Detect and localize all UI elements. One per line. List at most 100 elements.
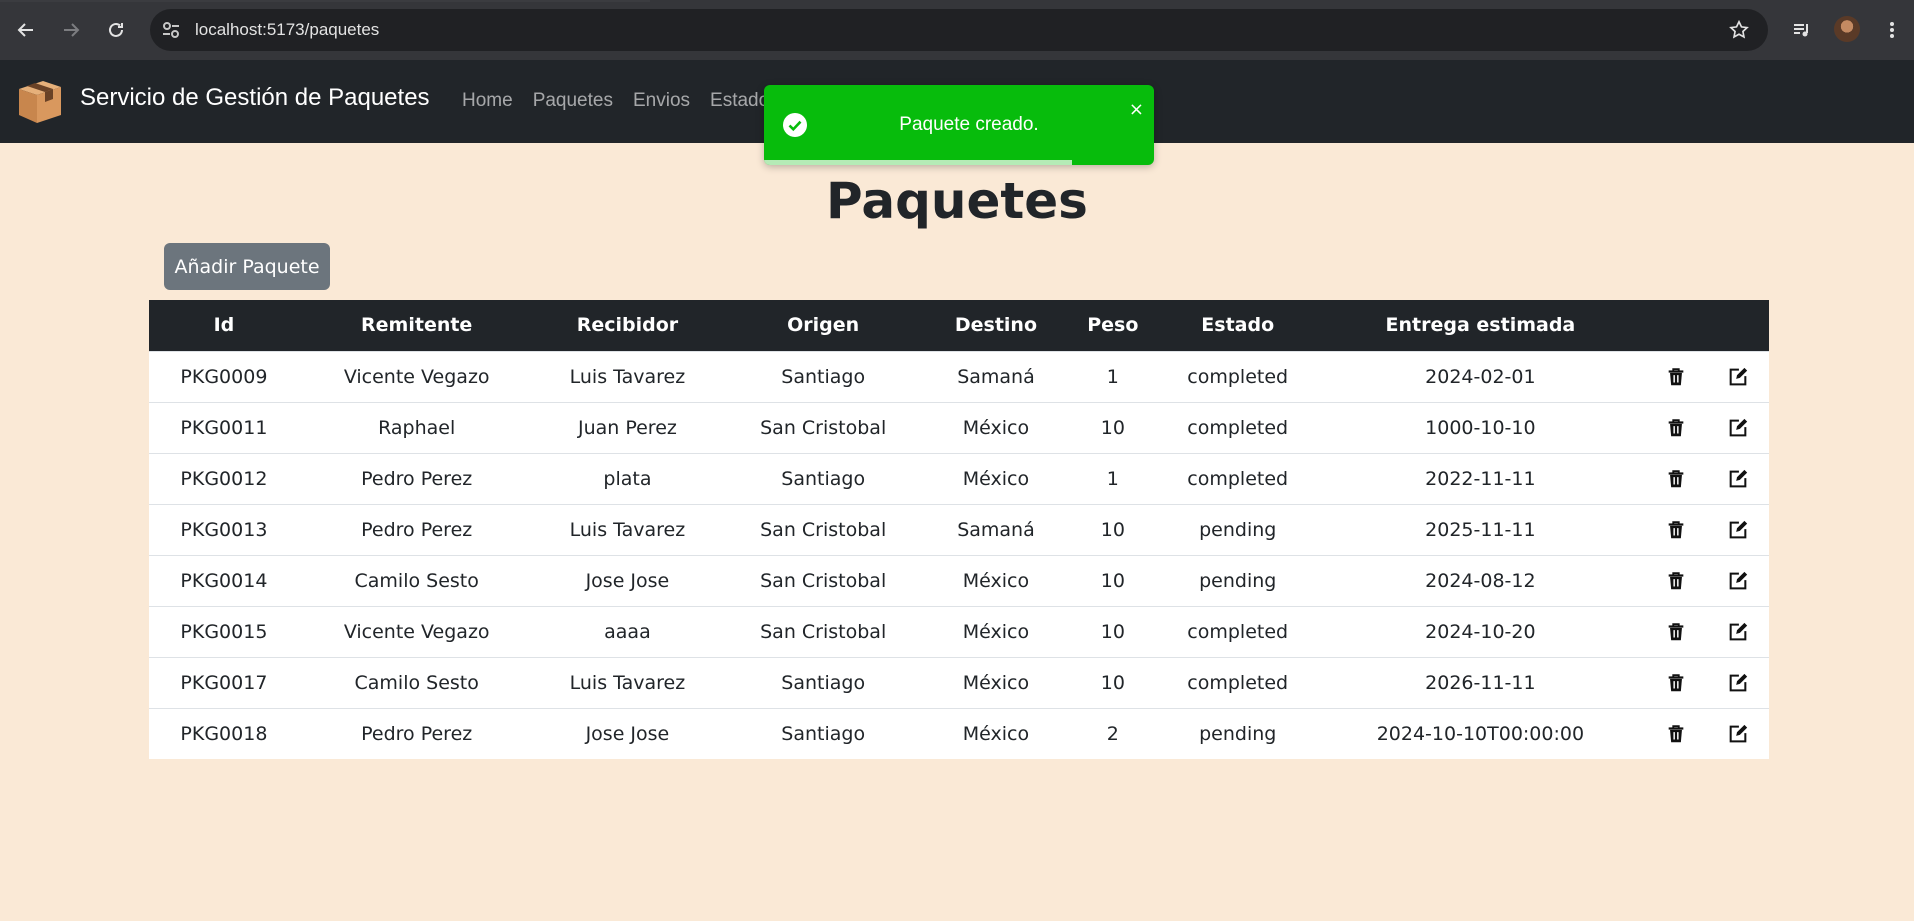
header-destino: Destino bbox=[954, 314, 1038, 337]
nav-link-paquetes[interactable]: Paquetes bbox=[533, 90, 613, 112]
cell-recibidor: Juan Perez bbox=[577, 416, 677, 439]
forward-icon[interactable] bbox=[55, 14, 87, 46]
kebab-menu-icon[interactable] bbox=[1876, 14, 1908, 46]
edit-button[interactable] bbox=[1707, 402, 1769, 453]
cell-peso: 1 bbox=[1106, 365, 1119, 388]
edit-icon[interactable] bbox=[1727, 467, 1749, 489]
cell-origen: San Cristobal bbox=[760, 518, 887, 541]
brand-title[interactable]: Servicio de Gestión de Paquetes bbox=[80, 84, 430, 112]
profile-avatar[interactable] bbox=[1834, 16, 1860, 42]
cell-recibidor: Jose Jose bbox=[585, 569, 670, 592]
trash-icon[interactable] bbox=[1665, 416, 1687, 438]
cell-entrega: 2025-11-11 bbox=[1425, 518, 1536, 541]
table-row: PKG0009 Vicente Vegazo Luis Tavarez Santiag… bbox=[149, 351, 1769, 402]
table-body: PKG0009 Vicente Vegazo Luis Tavarez Santiag… bbox=[149, 351, 1769, 759]
edit-button[interactable] bbox=[1707, 504, 1769, 555]
edit-icon[interactable] bbox=[1727, 620, 1749, 642]
delete-button[interactable] bbox=[1645, 555, 1707, 606]
cell-destino: México bbox=[962, 620, 1030, 643]
delete-button[interactable] bbox=[1645, 504, 1707, 555]
cell-entrega: 2024-08-12 bbox=[1425, 569, 1536, 592]
cell-remitente: Raphael bbox=[378, 416, 456, 439]
trash-icon[interactable] bbox=[1665, 671, 1687, 693]
cell-estado: pending bbox=[1199, 569, 1277, 592]
cell-recibidor: plata bbox=[603, 467, 652, 490]
packages-table: Id Remitente Recibidor Origen Destino Pe… bbox=[149, 300, 1769, 759]
bookmark-star-icon[interactable] bbox=[1728, 19, 1750, 41]
cell-peso: 1 bbox=[1106, 467, 1119, 490]
cell-estado: pending bbox=[1199, 518, 1277, 541]
edit-button[interactable] bbox=[1707, 708, 1769, 759]
browser-chrome: localhost:5173/paquetes bbox=[0, 0, 1914, 60]
cell-recibidor: Luis Tavarez bbox=[569, 365, 686, 388]
table-row: PKG0011 Raphael Juan Perez San Cristobal Méx… bbox=[149, 402, 1769, 453]
cell-id: PKG0012 bbox=[180, 467, 268, 490]
edit-icon[interactable] bbox=[1727, 723, 1749, 745]
edit-button[interactable] bbox=[1707, 555, 1769, 606]
edit-icon[interactable] bbox=[1727, 518, 1749, 540]
cell-peso: 10 bbox=[1100, 620, 1125, 643]
add-package-button[interactable]: Añadir Paquete bbox=[164, 243, 330, 290]
cell-estado: completed bbox=[1187, 365, 1289, 388]
reload-icon[interactable] bbox=[100, 14, 132, 46]
nav-link-home[interactable]: Home bbox=[462, 90, 513, 112]
cell-id: PKG0011 bbox=[180, 416, 268, 439]
edit-button[interactable] bbox=[1707, 606, 1769, 657]
cell-destino: México bbox=[962, 722, 1030, 745]
header-entrega: Entrega estimada bbox=[1385, 314, 1576, 337]
close-icon[interactable]: × bbox=[1129, 101, 1144, 119]
success-toast[interactable]: Paquete creado. × bbox=[764, 85, 1154, 165]
check-circle-icon bbox=[782, 112, 808, 138]
cell-entrega: 2024-10-20 bbox=[1425, 620, 1536, 643]
cell-peso: 10 bbox=[1100, 518, 1125, 541]
cell-estado: completed bbox=[1187, 467, 1289, 490]
delete-button[interactable] bbox=[1645, 351, 1707, 402]
header-recibidor: Recibidor bbox=[576, 314, 679, 337]
cell-id: PKG0014 bbox=[180, 569, 268, 592]
trash-icon[interactable] bbox=[1665, 518, 1687, 540]
cell-recibidor: Jose Jose bbox=[585, 722, 670, 745]
trash-icon[interactable] bbox=[1665, 569, 1687, 591]
package-box-icon[interactable] bbox=[13, 75, 67, 129]
cell-origen: Santiago bbox=[781, 365, 866, 388]
edit-button[interactable] bbox=[1707, 657, 1769, 708]
cell-origen: San Cristobal bbox=[760, 569, 887, 592]
edit-icon[interactable] bbox=[1727, 671, 1749, 693]
trash-icon[interactable] bbox=[1665, 467, 1687, 489]
site-settings-icon[interactable] bbox=[160, 19, 182, 41]
cell-origen: San Cristobal bbox=[760, 620, 887, 643]
cell-estado: pending bbox=[1199, 722, 1277, 745]
header-edit bbox=[1707, 300, 1769, 351]
trash-icon[interactable] bbox=[1665, 723, 1687, 745]
cell-estado: completed bbox=[1187, 620, 1289, 643]
table-header-row: Id Remitente Recibidor Origen Destino Pe… bbox=[149, 300, 1769, 351]
trash-icon[interactable] bbox=[1665, 365, 1687, 387]
edit-button[interactable] bbox=[1707, 351, 1769, 402]
edit-icon[interactable] bbox=[1727, 569, 1749, 591]
cell-peso: 2 bbox=[1106, 722, 1119, 745]
delete-button[interactable] bbox=[1645, 606, 1707, 657]
address-bar[interactable]: localhost:5173/paquetes bbox=[150, 9, 1768, 51]
header-estado: Estado bbox=[1201, 314, 1275, 337]
cell-entrega: 2024-02-01 bbox=[1425, 365, 1536, 388]
cell-remitente: Camilo Sesto bbox=[354, 671, 479, 694]
edit-icon[interactable] bbox=[1727, 416, 1749, 438]
header-remitente: Remitente bbox=[361, 314, 473, 337]
nav-link-envios[interactable]: Envios bbox=[633, 90, 690, 112]
media-control-icon[interactable] bbox=[1786, 14, 1818, 46]
cell-destino: Samaná bbox=[957, 365, 1035, 388]
edit-icon[interactable] bbox=[1727, 365, 1749, 387]
back-icon[interactable] bbox=[10, 14, 42, 46]
delete-button[interactable] bbox=[1645, 453, 1707, 504]
cell-remitente: Camilo Sesto bbox=[354, 569, 479, 592]
cell-origen: Santiago bbox=[781, 722, 866, 745]
edit-button[interactable] bbox=[1707, 453, 1769, 504]
toast-progress-bar bbox=[764, 160, 1073, 165]
cell-entrega: 1000-10-10 bbox=[1425, 416, 1536, 439]
delete-button[interactable] bbox=[1645, 708, 1707, 759]
cell-origen: San Cristobal bbox=[760, 416, 887, 439]
url-text[interactable]: localhost:5173/paquetes bbox=[195, 9, 379, 51]
delete-button[interactable] bbox=[1645, 402, 1707, 453]
delete-button[interactable] bbox=[1645, 657, 1707, 708]
trash-icon[interactable] bbox=[1665, 620, 1687, 642]
